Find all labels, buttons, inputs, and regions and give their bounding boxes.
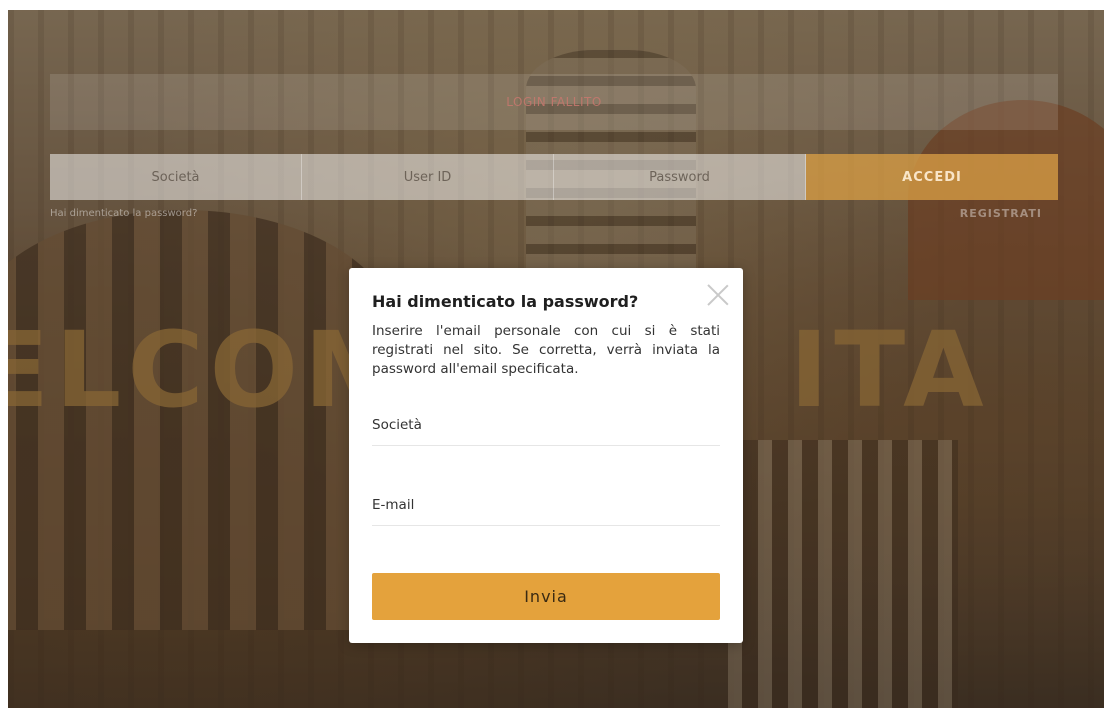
company-input[interactable] bbox=[50, 154, 301, 200]
modal-title: Hai dimenticato la password? bbox=[372, 292, 639, 311]
login-error-banner: LOGIN FALLITO bbox=[50, 74, 1058, 130]
modal-company-field[interactable] bbox=[372, 404, 720, 446]
password-input[interactable] bbox=[554, 154, 805, 200]
login-error-text: LOGIN FALLITO bbox=[506, 95, 602, 109]
submit-button[interactable]: Invia bbox=[372, 573, 720, 620]
password-field[interactable] bbox=[554, 154, 806, 200]
modal-description: Inserire l'email personale con cui si è … bbox=[372, 323, 720, 377]
forgot-password-link[interactable]: Hai dimenticato la password? bbox=[50, 208, 197, 219]
userid-field[interactable] bbox=[302, 154, 554, 200]
login-button[interactable]: ACCEDI bbox=[806, 154, 1058, 200]
modal-email-input[interactable] bbox=[372, 484, 720, 525]
modal-email-field[interactable] bbox=[372, 484, 720, 526]
company-field[interactable] bbox=[50, 154, 302, 200]
login-form: ACCEDI bbox=[50, 154, 1058, 200]
close-icon[interactable] bbox=[707, 284, 729, 306]
modal-company-input[interactable] bbox=[372, 404, 720, 445]
userid-input[interactable] bbox=[302, 154, 553, 200]
forgot-password-modal: Hai dimenticato la password? Inserire l'… bbox=[349, 268, 743, 643]
register-link[interactable]: REGISTRATI bbox=[960, 207, 1042, 220]
